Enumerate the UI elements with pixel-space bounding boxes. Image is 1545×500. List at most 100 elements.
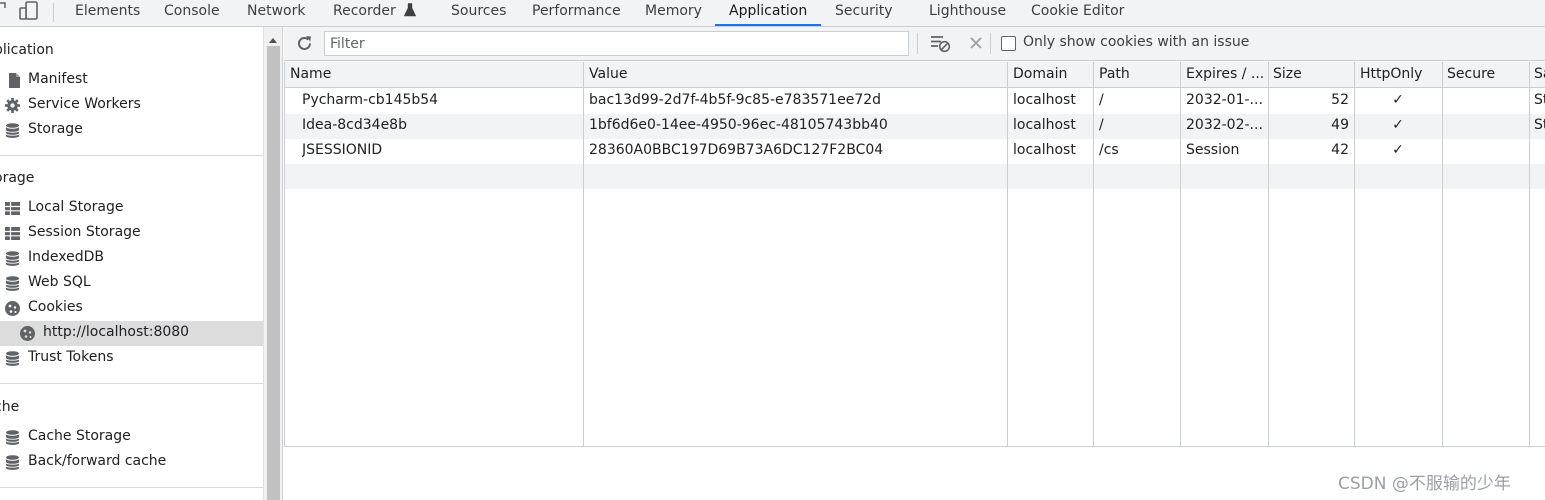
- table-row[interactable]: Pycharm-cb145b54 bac13d99-2d7f-4b5f-9c85…: [284, 89, 1545, 114]
- sidebar-item-storage[interactable]: Storage: [0, 118, 263, 143]
- cookie-icon: [4, 300, 21, 317]
- toolbar-separator: [917, 33, 918, 54]
- sidebar-item-indexeddb[interactable]: IndexedDB: [0, 246, 263, 271]
- tab-memory[interactable]: Memory: [645, 0, 702, 26]
- only-issues-checkbox[interactable]: [1001, 36, 1016, 51]
- database-icon: [4, 275, 21, 292]
- column-divider[interactable]: [1180, 62, 1181, 447]
- sidebar-item-label: Session Storage: [28, 224, 141, 240]
- sidebar-item-trust-tokens[interactable]: Trust Tokens: [0, 346, 263, 371]
- tab-recorder[interactable]: Recorder: [333, 0, 417, 26]
- tab-separator: [53, 3, 54, 22]
- watermark-text: CSDN @不服输的少年: [1338, 474, 1511, 494]
- database-icon: [4, 122, 21, 139]
- cookie-httponly: ✓: [1392, 142, 1404, 158]
- column-header-samesite[interactable]: Sa: [1534, 66, 1545, 82]
- application-sidebar: plication Manifest Service Workers Stora…: [0, 27, 263, 500]
- devtools-tab-bar: Elements Console Network Recorder Source…: [0, 0, 1545, 27]
- column-header-value[interactable]: Value: [589, 66, 1004, 82]
- column-divider[interactable]: [1529, 62, 1530, 447]
- cookie-domain: localhost: [1013, 142, 1076, 158]
- cookie-name: Idea-8cd34e8b: [302, 117, 407, 133]
- column-divider[interactable]: [1354, 62, 1355, 447]
- section-divider: [0, 487, 263, 488]
- tab-application[interactable]: Application: [714, 0, 822, 26]
- table-row[interactable]: JSESSIONID 28360A0BBC197D69B73A6DC127F2B…: [284, 139, 1545, 164]
- cookie-samesite: St: [1534, 117, 1545, 133]
- sidebar-item-back-forward-cache[interactable]: Back/forward cache: [0, 450, 263, 475]
- sidebar-item-label: Trust Tokens: [28, 349, 114, 365]
- tab-console[interactable]: Console: [164, 0, 220, 26]
- column-header-httponly[interactable]: HttpOnly: [1360, 66, 1440, 82]
- column-header-expires[interactable]: Expires / ...: [1186, 66, 1266, 82]
- table-row[interactable]: Idea-8cd34e8b 1bf6d6e0-14ee-4950-96ec-48…: [284, 114, 1545, 139]
- section-title-storage: orage: [0, 170, 35, 186]
- close-icon[interactable]: [968, 35, 984, 55]
- section-title-application: plication: [0, 42, 54, 58]
- cookie-expires: 2032-01-...: [1186, 92, 1263, 108]
- sidebar-scrollbar[interactable]: [263, 27, 283, 500]
- column-header-domain[interactable]: Domain: [1013, 66, 1093, 82]
- cookie-httponly: ✓: [1392, 117, 1404, 133]
- table-grid-icon: [4, 225, 21, 242]
- device-toolbar-icon[interactable]: [18, 0, 40, 26]
- cookie-icon: [19, 325, 36, 342]
- sidebar-item-cache-storage[interactable]: Cache Storage: [0, 425, 263, 450]
- cookie-domain: localhost: [1013, 117, 1076, 133]
- file-icon: [6, 72, 23, 89]
- column-header-path[interactable]: Path: [1099, 66, 1179, 82]
- cookie-name: Pycharm-cb145b54: [302, 92, 439, 108]
- tab-security[interactable]: Security: [835, 0, 893, 26]
- column-divider: [284, 62, 285, 447]
- tab-sources[interactable]: Sources: [451, 0, 506, 26]
- only-issues-label: Only show cookies with an issue: [1023, 34, 1250, 50]
- refresh-icon[interactable]: [295, 34, 314, 57]
- column-header-name[interactable]: Name: [290, 66, 580, 82]
- cookie-expires: 2032-02-...: [1186, 117, 1263, 133]
- cookies-toolbar: Only show cookies with an issue: [284, 27, 1545, 61]
- column-divider[interactable]: [1268, 62, 1269, 447]
- sidebar-item-local-storage[interactable]: Local Storage: [0, 196, 263, 221]
- sidebar-item-session-storage[interactable]: Session Storage: [0, 221, 263, 246]
- column-divider[interactable]: [583, 62, 584, 447]
- sidebar-item-label: Manifest: [28, 71, 88, 87]
- sidebar-item-label: Cookies: [28, 299, 83, 315]
- column-header-size[interactable]: Size: [1273, 66, 1353, 82]
- cookie-httponly: ✓: [1392, 92, 1404, 108]
- section-title-cache: che: [0, 399, 20, 415]
- cookie-path: /: [1099, 92, 1104, 108]
- sidebar-item-web-sql[interactable]: Web SQL: [0, 271, 263, 296]
- tab-cookie-editor[interactable]: Cookie Editor: [1031, 0, 1124, 26]
- column-divider[interactable]: [1007, 62, 1008, 447]
- column-divider[interactable]: [1093, 62, 1094, 447]
- flask-icon: [404, 2, 417, 24]
- database-icon: [4, 454, 21, 471]
- cookie-value: 1bf6d6e0-14ee-4950-96ec-48105743bb40: [589, 117, 888, 133]
- sidebar-item-label: Web SQL: [28, 274, 91, 290]
- cookie-value: 28360A0BBC197D69B73A6DC127F2BC04: [589, 142, 884, 158]
- cookie-value: bac13d99-2d7f-4b5f-9c85-e783571ee72d: [589, 92, 882, 108]
- tab-lighthouse[interactable]: Lighthouse: [929, 0, 1006, 26]
- cookie-name: JSESSIONID: [302, 142, 383, 158]
- cookie-size: 42: [1331, 142, 1349, 158]
- inspect-element-icon[interactable]: [0, 0, 8, 24]
- tab-elements[interactable]: Elements: [75, 0, 140, 26]
- tab-network[interactable]: Network: [247, 0, 305, 26]
- sidebar-item-cookies-localhost[interactable]: http://localhost:8080: [0, 321, 263, 346]
- scrollbar-thumb[interactable]: [267, 46, 280, 500]
- tab-recorder-label: Recorder: [333, 3, 396, 19]
- tab-performance[interactable]: Performance: [532, 0, 621, 26]
- gear-icon: [4, 97, 21, 114]
- cookie-size: 52: [1331, 92, 1349, 108]
- section-divider: [0, 155, 263, 156]
- column-divider[interactable]: [1442, 62, 1443, 447]
- sidebar-item-service-workers[interactable]: Service Workers: [0, 93, 263, 118]
- clear-filtered-icon[interactable]: [929, 33, 951, 57]
- sidebar-item-manifest[interactable]: Manifest: [0, 68, 263, 93]
- sidebar-item-label: IndexedDB: [28, 249, 104, 265]
- filter-input[interactable]: [324, 31, 909, 56]
- cookie-path: /cs: [1099, 142, 1119, 158]
- sidebar-item-label: Local Storage: [28, 199, 124, 215]
- sidebar-item-cookies[interactable]: Cookies: [0, 296, 263, 321]
- column-header-secure[interactable]: Secure: [1447, 66, 1527, 82]
